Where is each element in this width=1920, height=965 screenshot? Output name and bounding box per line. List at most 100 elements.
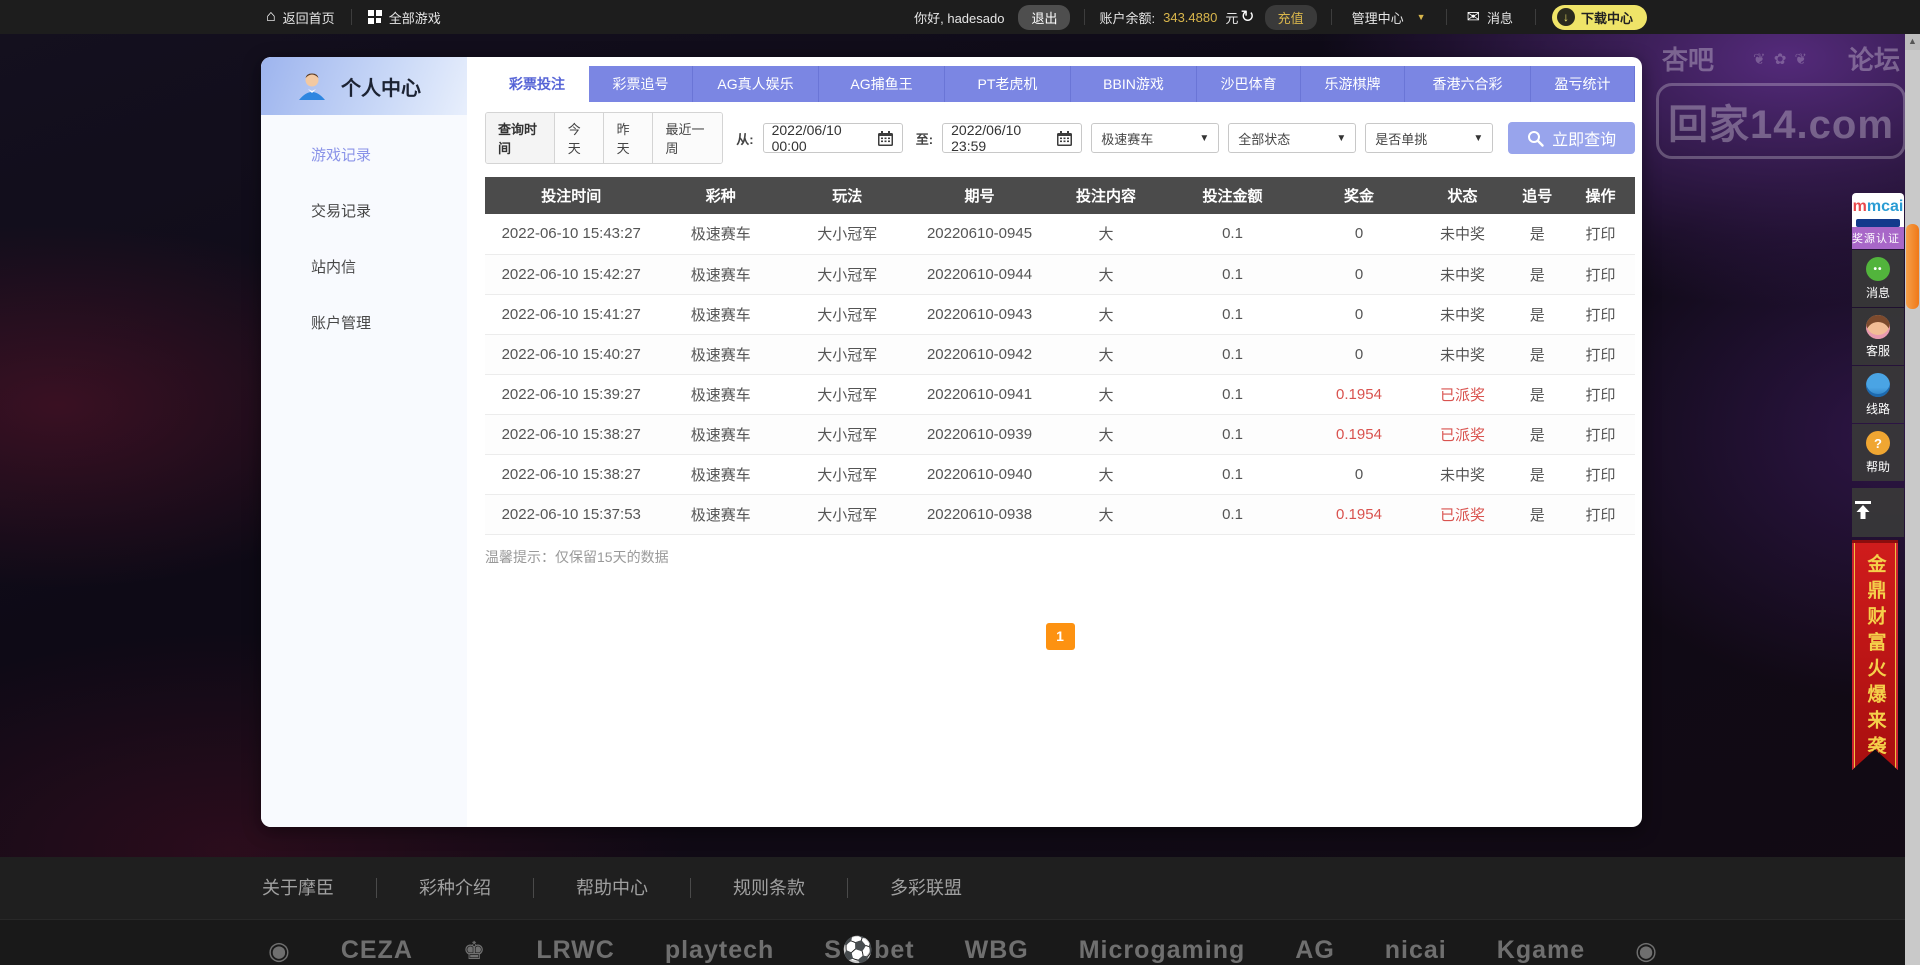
- table-cell: 大小冠军: [784, 294, 911, 334]
- logout-button[interactable]: 退出: [1018, 5, 1070, 30]
- quick-filter-yesterday[interactable]: 昨天: [603, 113, 652, 163]
- quick-filter-lastweek[interactable]: 最近一周: [652, 113, 723, 163]
- tab-沙巴体育[interactable]: 沙巴体育: [1197, 66, 1301, 102]
- table-cell: 极速赛车: [658, 374, 785, 414]
- print-button[interactable]: 打印: [1566, 374, 1635, 414]
- print-button[interactable]: 打印: [1566, 254, 1635, 294]
- print-button[interactable]: 打印: [1566, 454, 1635, 494]
- table-cell: 极速赛车: [658, 414, 785, 454]
- table-cell: 未中奖: [1417, 454, 1509, 494]
- table-cell: 是: [1509, 454, 1567, 494]
- print-button[interactable]: 打印: [1566, 414, 1635, 454]
- table-cell: 0: [1302, 294, 1417, 334]
- table-cell: 大: [1049, 374, 1164, 414]
- recharge-button[interactable]: 充值: [1265, 5, 1317, 30]
- envelope-icon: ✉: [1467, 7, 1480, 27]
- sidebar-item[interactable]: 交易记录: [261, 197, 467, 253]
- tab-PT老虎机[interactable]: PT老虎机: [945, 66, 1071, 102]
- messages-link[interactable]: ✉ 消息: [1461, 0, 1519, 34]
- scrollbar-up-arrow[interactable]: ▲: [1905, 34, 1920, 50]
- print-button[interactable]: 打印: [1566, 214, 1635, 254]
- print-button[interactable]: 打印: [1566, 494, 1635, 534]
- pagination: 1: [485, 623, 1635, 650]
- query-button[interactable]: 立即查询: [1508, 122, 1635, 154]
- messages-label: 消息: [1487, 8, 1513, 27]
- table-cell: 是: [1509, 494, 1567, 534]
- tab-彩票投注[interactable]: 彩票投注: [485, 66, 589, 102]
- tab-彩票追号[interactable]: 彩票追号: [589, 66, 693, 102]
- tab-盈亏统计[interactable]: 盈亏统计: [1531, 66, 1635, 102]
- calendar-icon[interactable]: [1056, 130, 1073, 147]
- select-全部状态[interactable]: 全部状态▼: [1228, 123, 1356, 153]
- sidebar-item[interactable]: 站内信: [261, 253, 467, 309]
- table-cell: 是: [1509, 294, 1567, 334]
- print-button[interactable]: 打印: [1566, 294, 1635, 334]
- topbar: ⌂ 返回首页 全部游戏 你好, hadesado 退出 账户余额: 343.48…: [0, 0, 1920, 34]
- table-cell: 0.1: [1164, 334, 1302, 374]
- admin-center-menu[interactable]: 管理中心 ▼: [1346, 0, 1432, 34]
- footer-link-规则条款[interactable]: 规则条款: [691, 878, 848, 898]
- query-button-label: 立即查询: [1552, 126, 1616, 150]
- footer-link-帮助中心[interactable]: 帮助中心: [534, 878, 691, 898]
- table-cell: 0: [1302, 254, 1417, 294]
- tool-帮助[interactable]: ?帮助: [1852, 424, 1904, 481]
- footer-link-多彩联盟[interactable]: 多彩联盟: [848, 878, 1004, 898]
- column-header: 追号: [1509, 177, 1567, 214]
- award-cert-badge[interactable]: mmcaimcai: [1852, 193, 1904, 227]
- date-to-input[interactable]: 2022/06/10 23:59: [942, 123, 1082, 153]
- promo-banner[interactable]: 金鼎财富火爆来袭: [1852, 540, 1898, 770]
- download-center-button[interactable]: ↓ 下载中心: [1552, 5, 1647, 30]
- sidebar-item[interactable]: 账户管理: [261, 309, 467, 365]
- chevron-down-icon: ▼: [1336, 133, 1346, 144]
- table-cell: 极速赛车: [658, 214, 785, 254]
- quick-filter-today[interactable]: 今天: [554, 113, 603, 163]
- table-row: 2022-06-10 15:43:27极速赛车大小冠军20220610-0945…: [485, 214, 1635, 254]
- page-1-button[interactable]: 1: [1046, 623, 1075, 650]
- print-button[interactable]: 打印: [1566, 334, 1635, 374]
- back-to-top-icon: [1852, 500, 1874, 520]
- tool-label: 消息: [1852, 284, 1904, 301]
- tab-BBIN游戏[interactable]: BBIN游戏: [1071, 66, 1197, 102]
- tab-香港六合彩[interactable]: 香港六合彩: [1405, 66, 1531, 102]
- table-cell: 是: [1509, 414, 1567, 454]
- to-label: 至:: [916, 129, 933, 148]
- footer-link-关于摩臣[interactable]: 关于摩臣: [262, 878, 377, 898]
- table-row: 2022-06-10 15:38:27极速赛车大小冠军20220610-0940…: [485, 454, 1635, 494]
- select-极速赛车[interactable]: 极速赛车▼: [1091, 123, 1219, 153]
- table-cell: 未中奖: [1417, 214, 1509, 254]
- chevron-down-icon: ▼: [1417, 12, 1426, 22]
- tab-乐游棋牌[interactable]: 乐游棋牌: [1301, 66, 1405, 102]
- table-cell: 大小冠军: [784, 374, 911, 414]
- table-cell: 是: [1509, 374, 1567, 414]
- date-from-input[interactable]: 2022/06/10 00:00: [763, 123, 903, 153]
- scrollbar-thumb[interactable]: [1906, 224, 1919, 309]
- footer-link-彩种介绍[interactable]: 彩种介绍: [377, 878, 534, 898]
- table-cell: 2022-06-10 15:37:53: [485, 494, 658, 534]
- agent-icon: [1866, 315, 1890, 339]
- balance-label: 账户余额:: [1099, 8, 1155, 27]
- sidebar-item[interactable]: 游戏记录: [261, 141, 467, 197]
- tab-AG真人娱乐[interactable]: AG真人娱乐: [693, 66, 819, 102]
- back-to-top-button[interactable]: [1852, 488, 1904, 537]
- column-header: 玩法: [784, 177, 911, 214]
- partner-logo: nicai: [1385, 936, 1447, 965]
- table-cell: 大小冠军: [784, 414, 911, 454]
- table-cell: 2022-06-10 15:38:27: [485, 414, 658, 454]
- calendar-icon[interactable]: [877, 130, 894, 147]
- tool-客服[interactable]: 客服: [1852, 308, 1904, 365]
- time-filter-group: 查询时间 今天 昨天 最近一周: [485, 112, 723, 164]
- tool-线路[interactable]: 线路: [1852, 366, 1904, 423]
- refresh-balance-icon[interactable]: ↻: [1238, 7, 1264, 27]
- all-games-link[interactable]: 全部游戏: [352, 0, 457, 34]
- column-header: 期号: [911, 177, 1049, 214]
- table-cell: 20220610-0942: [911, 334, 1049, 374]
- tool-消息[interactable]: ••消息: [1852, 250, 1904, 307]
- partner-logo: playtech: [665, 936, 774, 965]
- table-cell: 0.1: [1164, 414, 1302, 454]
- table-cell: 大: [1049, 334, 1164, 374]
- tab-AG捕鱼王[interactable]: AG捕鱼王: [819, 66, 945, 102]
- select-是否单挑[interactable]: 是否单挑▼: [1365, 123, 1493, 153]
- back-home-link[interactable]: ⌂ 返回首页: [250, 0, 351, 34]
- date-from-value: 2022/06/10 00:00: [772, 122, 868, 154]
- topbar-divider: [1084, 9, 1085, 25]
